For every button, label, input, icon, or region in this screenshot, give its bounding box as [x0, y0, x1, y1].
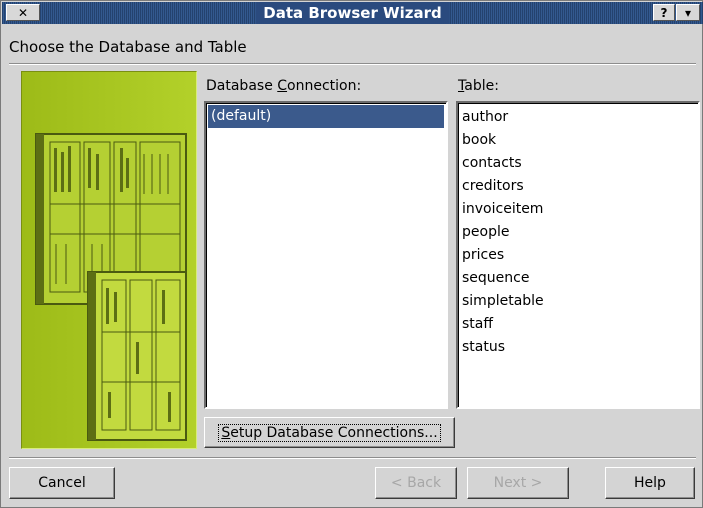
next-button[interactable]: Next >: [467, 467, 569, 499]
title-label-box: Data Browser Wizard: [255, 2, 450, 24]
chevron-down-icon: ▾: [684, 5, 692, 20]
table-item[interactable]: book: [462, 129, 496, 151]
divider-top: [9, 63, 696, 65]
table-list[interactable]: author book contacts creditors invoiceit…: [456, 101, 700, 409]
window-menu-button[interactable]: ▾: [676, 4, 700, 21]
connection-label-mnemonic: C: [277, 78, 288, 94]
table-item[interactable]: invoiceitem: [462, 198, 543, 220]
setup-mnemonic: S: [221, 424, 231, 441]
title-bar[interactable]: ✕ Data Browser Wizard ? ▾: [2, 2, 703, 24]
database-connection-list[interactable]: (default): [204, 101, 448, 409]
close-button[interactable]: ✕: [6, 4, 40, 21]
help-title-button[interactable]: ?: [653, 4, 675, 21]
table-item[interactable]: contacts: [462, 152, 522, 174]
page-title: Choose the Database and Table: [9, 38, 247, 56]
back-button[interactable]: < Back: [375, 467, 457, 499]
table-item[interactable]: creditors: [462, 175, 524, 197]
setup-button-label: Setup Database Connections...: [218, 423, 441, 442]
close-icon: ✕: [17, 5, 29, 20]
table-item[interactable]: sequence: [462, 267, 529, 289]
table-item[interactable]: staff: [462, 313, 493, 335]
divider-bottom: [9, 457, 696, 459]
table-item[interactable]: people: [462, 221, 509, 243]
database-forms-icon: [22, 72, 196, 448]
table-label: Table:: [458, 78, 499, 94]
setup-label-rest: etup Database Connections...: [230, 424, 438, 441]
window-title: Data Browser Wizard: [263, 4, 442, 22]
wizard-window: ✕ Data Browser Wizard ? ▾ Choose the Dat…: [0, 0, 703, 508]
help-button[interactable]: Help: [605, 467, 695, 499]
connection-label-post: onnection:: [287, 78, 362, 94]
wizard-illustration: [21, 71, 197, 449]
question-mark-icon: ?: [660, 5, 668, 20]
table-item[interactable]: prices: [462, 244, 504, 266]
connection-label-pre: Database: [206, 78, 278, 94]
setup-database-connections-button[interactable]: Setup Database Connections...: [204, 417, 455, 448]
database-connection-label: Database Connection:: [206, 78, 361, 94]
table-label-post: able:: [464, 78, 499, 94]
cancel-button[interactable]: Cancel: [9, 467, 115, 499]
table-item[interactable]: status: [462, 336, 505, 358]
connection-item-default[interactable]: (default): [208, 105, 444, 128]
table-item[interactable]: simpletable: [462, 290, 544, 312]
table-item[interactable]: author: [462, 106, 508, 128]
